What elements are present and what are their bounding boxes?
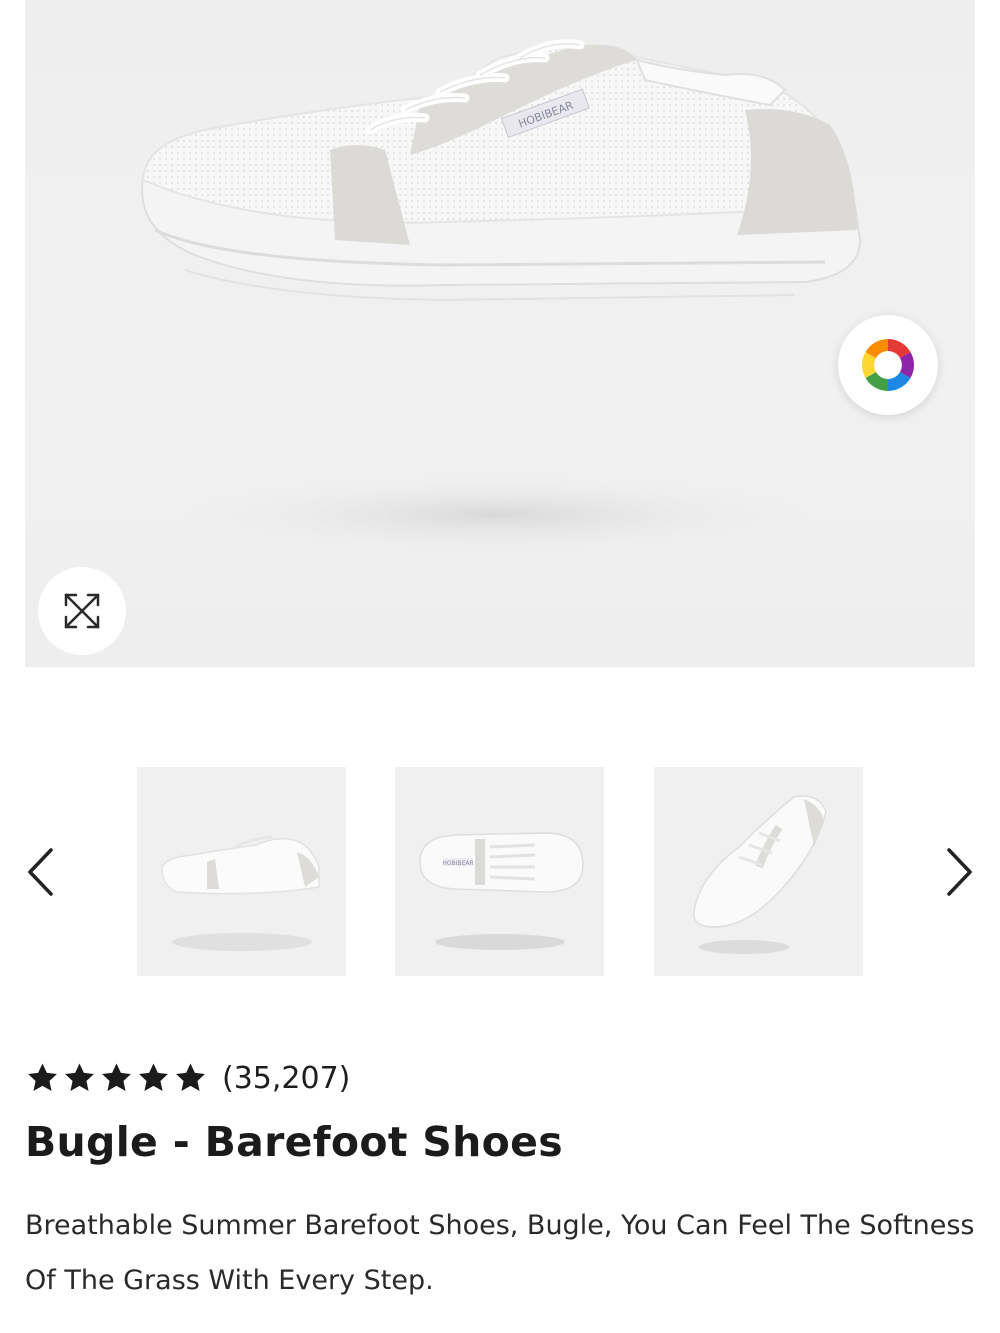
star-icon [176,1063,205,1092]
thumbnail-3[interactable] [654,767,863,976]
product-title: Bugle - Barefoot Shoes [25,1118,563,1166]
white-sneaker-image: HOBIBEAR [141,39,862,557]
star-icon [28,1063,57,1092]
previous-image-button[interactable] [20,837,60,907]
main-product-image[interactable]: HOBIBEAR [25,0,975,667]
product-rating[interactable]: (35,207) [25,1058,350,1098]
shoe-side-view-thumbnail [161,835,320,951]
chevron-left-icon [28,848,53,896]
shoe-top-view-thumbnail: HOBIBEAR [419,832,584,950]
next-image-button[interactable] [940,837,980,907]
product-description: Breathable Summer Barefoot Shoes, Bugle,… [25,1210,975,1296]
rating-stars [25,1061,208,1095]
review-count[interactable]: (35,207) [222,1061,350,1096]
fullscreen-button[interactable] [38,567,126,655]
star-icon [102,1063,131,1092]
color-options-button[interactable] [838,315,938,415]
thumbnail-2[interactable]: HOBIBEAR [395,767,604,976]
chevron-right-icon [947,848,972,896]
thumbnail-brand-tag: HOBIBEAR [442,860,473,867]
star-icon [139,1063,168,1092]
thumbnail-1[interactable] [137,767,346,976]
thumbnail-carousel: HOBIBEAR [0,767,1000,976]
star-icon [65,1063,94,1092]
color-wheel-icon [862,339,914,391]
shoe-angled-view-thumbnail [693,795,827,954]
expand-arrows-icon [64,593,100,629]
